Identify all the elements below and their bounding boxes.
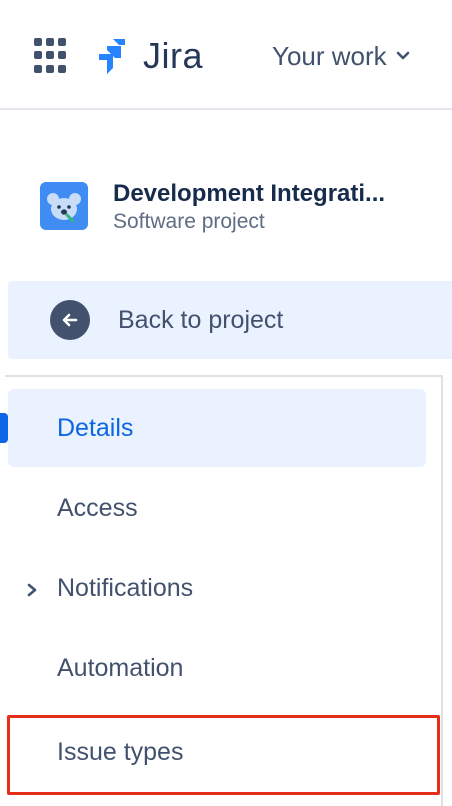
- top-navigation-bar: Jira Your work: [0, 0, 452, 110]
- nav-item-label: Automation: [57, 653, 184, 682]
- nav-item-details[interactable]: Details: [8, 389, 426, 467]
- your-work-menu[interactable]: Your work: [272, 38, 411, 74]
- nav-item-label: Access: [57, 493, 138, 522]
- app-switcher-grid-icon[interactable]: [34, 38, 70, 74]
- back-to-project-button[interactable]: Back to project: [8, 281, 452, 359]
- nav-item-label: Details: [57, 413, 134, 442]
- issue-types-highlight-box: [7, 715, 440, 795]
- arrow-left-icon: [50, 300, 90, 340]
- nav-item-access[interactable]: Access: [8, 469, 426, 547]
- jira-logo-text: Jira: [143, 35, 204, 76]
- project-type: Software project: [113, 210, 265, 233]
- nav-item-notifications[interactable]: Notifications: [8, 549, 426, 627]
- chevron-down-icon: [396, 51, 409, 60]
- back-to-project-label: Back to project: [118, 305, 284, 334]
- project-header[interactable]: Development Integrati... Software projec…: [40, 180, 452, 240]
- your-work-label: Your work: [272, 40, 387, 71]
- nav-item-automation[interactable]: Automation: [8, 629, 426, 707]
- jira-logo[interactable]: Jira: [95, 35, 204, 76]
- jira-logo-icon: [99, 39, 125, 74]
- project-name: Development Integrati...: [113, 180, 386, 207]
- selected-indicator: [0, 413, 8, 443]
- project-avatar-koala-icon: [40, 182, 88, 230]
- nav-item-label: Notifications: [57, 573, 194, 602]
